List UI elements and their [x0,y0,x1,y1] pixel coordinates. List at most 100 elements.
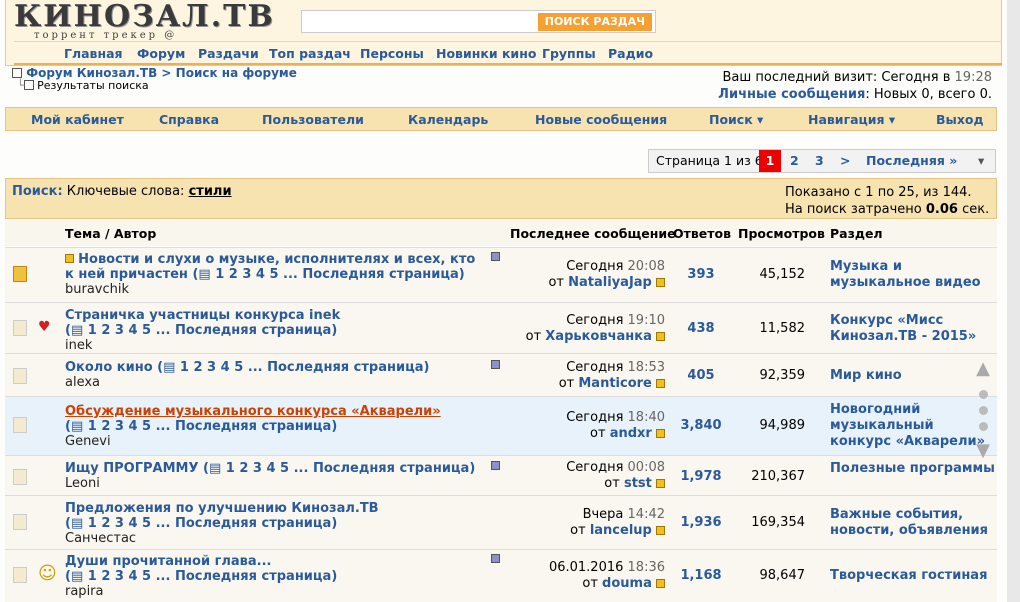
menu-new-posts[interactable]: Новые сообщения [535,112,667,127]
topic-pages[interactable]: (▤ 1 2 3 4 5 ... Последняя страница) [65,419,337,434]
goto-post-icon[interactable]: › [656,278,665,287]
last-post-user[interactable]: Manticore [578,376,652,391]
topic-author[interactable]: alexa [65,375,100,390]
nav-new-movies[interactable]: Новинки кино [436,46,536,61]
last-post-from: от [590,426,606,441]
search-keyword[interactable]: стили [189,184,232,199]
views-count: 45,152 [759,267,806,282]
goto-post-icon[interactable]: › [656,429,665,438]
private-messages-link[interactable]: Личные сообщения [718,87,865,102]
topic-pages[interactable]: (▤ 1 2 3 4 5 ... Последняя страница) [65,323,337,338]
topic-pages[interactable]: (▤ 1 2 3 4 5 ... Последняя страница) [153,360,429,375]
section-link[interactable]: Мир кино [830,368,995,384]
page-current: 1 [759,150,781,172]
topic-author[interactable]: rapira [65,584,104,599]
nav-persons[interactable]: Персоны [360,46,424,61]
replies-count[interactable]: 1,936 [675,515,727,530]
menu-search[interactable]: Поиск ▾ [709,112,763,127]
last-post-time: 18:53 [627,360,665,375]
goto-post-icon[interactable]: › [656,332,665,341]
site-logo[interactable]: КИНОЗАЛ.ТВ торрент трекер @ [14,2,274,42]
window-scrollbar[interactable] [1007,0,1020,602]
topic-title-link[interactable]: Обсуждение музыкального конкурса «Акваре… [65,404,441,419]
column-topic: Тема / Автор [65,226,157,241]
breadcrumb-search[interactable]: Поиск на форуме [176,66,297,80]
replies-count[interactable]: 405 [675,368,727,383]
scroll-up-icon[interactable]: ▲ [975,358,991,379]
replies-count[interactable]: 393 [675,267,727,282]
section-link[interactable]: Важные события, новости, объявления [830,507,995,539]
replies-count[interactable]: 1,168 [675,568,727,583]
menu-users[interactable]: Пользователи [262,112,364,127]
section-link[interactable]: Полезные программы [830,461,995,477]
menu-navigation[interactable]: Навигация ▾ [808,112,895,127]
topic-author[interactable]: Санчестас [65,531,136,546]
chevron-down-icon[interactable]: ▾ [978,153,984,168]
last-post-time: 18:40 [627,410,665,425]
views-count: 210,367 [751,469,805,484]
page-last-link[interactable]: Последняя » [866,153,957,168]
smiley-icon: ☺ [38,563,57,584]
last-post-user[interactable]: NataliyaJap [568,275,652,290]
scroll-dot-icon[interactable] [979,406,988,415]
goto-post-icon[interactable]: › [656,379,665,388]
nav-radio[interactable]: Радио [608,46,653,61]
scroll-down-icon[interactable]: ▼ [975,440,991,461]
column-last-post: Последнее сообщение [510,226,676,241]
new-post-icon[interactable] [65,254,74,263]
scroll-dot-icon[interactable] [979,390,988,399]
topic-pages[interactable]: (▤ 1 2 3 4 5 ... Последняя страница) [198,461,475,476]
nav-top-releases[interactable]: Топ раздач [269,46,351,61]
topic-title-link[interactable]: Около кино [65,360,153,375]
results-shown: Показано с 1 по 25, из 144. [785,185,972,200]
goto-post-icon[interactable]: › [656,526,665,535]
table-row: Около кино (▤ 1 2 3 4 5 ... Последняя ст… [5,353,997,396]
topic-author[interactable]: inek [65,338,92,353]
replies-count[interactable]: 3,840 [675,418,727,433]
search-input[interactable]: ПОИСК РАЗДАЧ [301,10,656,33]
topic-title-link[interactable]: Предложения по улучшению Кинозал.ТВ [65,501,379,516]
page-next-link[interactable]: > [840,153,850,168]
nav-groups[interactable]: Группы [542,46,596,61]
search-button[interactable]: ПОИСК РАЗДАЧ [537,13,652,31]
goto-post-icon[interactable]: › [656,479,665,488]
last-post-user[interactable]: andxr [610,426,652,441]
menu-calendar[interactable]: Календарь [408,112,488,127]
topic-pages[interactable]: (▤ 1 2 3 4 5 ... Последняя страница) [65,569,337,584]
topic-author[interactable]: Genevi [65,434,111,449]
topic-title-link[interactable]: Ищу ПРОГРАММУ [65,461,198,476]
last-post-day: Сегодня [566,360,624,375]
topic-title-link[interactable]: Души прочитанной глава... [65,554,271,569]
goto-post-icon[interactable]: › [656,579,665,588]
replies-count[interactable]: 438 [675,321,727,336]
topic-author[interactable]: Leoni [65,476,100,491]
scroll-dot-icon[interactable] [979,422,988,431]
replies-count[interactable]: 1,978 [675,469,727,484]
page-3-link[interactable]: 3 [815,153,824,168]
table-row: ☺ Души прочитанной глава... (▤ 1 2 3 4 5… [5,549,997,602]
topic-author[interactable]: buravchik [65,282,129,297]
section-link[interactable]: Творческая гостиная [830,568,995,584]
nav-forum[interactable]: Форум [137,46,185,61]
heart-icon: ♥ [38,319,51,335]
menu-logout[interactable]: Выход [936,112,984,127]
breadcrumb-forum[interactable]: Форум Кинозал.ТВ [26,66,157,80]
folder-icon [23,80,34,90]
last-post-from: от [525,329,542,344]
last-post-user[interactable]: douma [602,576,652,591]
nav-home[interactable]: Главная [64,46,123,61]
search-label[interactable]: Поиск: [12,184,63,199]
topic-pages[interactable]: (▤ 1 2 3 4 5 ... Последняя страница) [65,516,337,531]
topic-title-link[interactable]: Страничка участницы конкурса inek [65,308,340,323]
nav-releases[interactable]: Раздачи [198,46,259,61]
menu-help[interactable]: Справка [159,112,219,127]
last-post-user[interactable]: lancelup [590,523,652,538]
section-link[interactable]: Новогодний музыкальный конкурс «Акварели… [830,402,995,450]
page-2-link[interactable]: 2 [790,153,799,168]
last-post-user[interactable]: Харьковчанка [545,329,652,344]
section-link[interactable]: Конкурс «Мисс Кинозал.ТВ - 2015» [830,313,995,345]
menu-my-cabinet[interactable]: Мой кабинет [31,112,124,127]
last-post-user[interactable]: stst [624,476,652,491]
topic-pages[interactable]: (▤ 1 2 3 4 5 ... Последняя страница) [188,267,464,282]
section-link[interactable]: Музыка и музыкальное видео [830,259,995,291]
